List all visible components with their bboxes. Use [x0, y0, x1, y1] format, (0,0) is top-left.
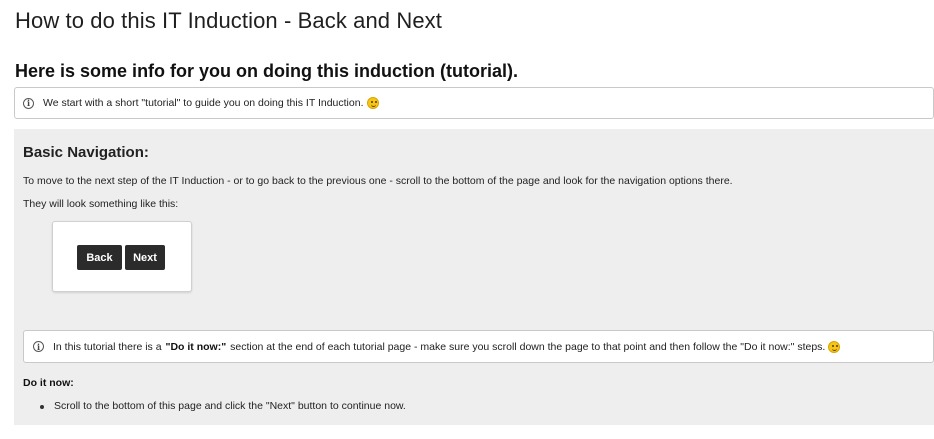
smiley-emoji-icon	[828, 340, 841, 353]
smiley-emoji-icon	[366, 97, 379, 109]
info-callout-text: We start with a short "tutorial" to guid…	[43, 97, 364, 109]
tutorial-panel: Basic Navigation: To move to the next st…	[14, 129, 934, 425]
info-callout: i We start with a short "tutorial" to gu…	[14, 87, 934, 119]
navigation-example-intro: They will look something like this:	[23, 198, 179, 210]
tip-bold-text: "Do it now:"	[165, 340, 227, 353]
info-icon: i	[33, 341, 44, 352]
back-button[interactable]: Back	[77, 245, 122, 270]
tip-text-before: In this tutorial there is a	[53, 340, 162, 353]
do-it-now-heading: Do it now:	[23, 377, 74, 389]
navigation-example-card: Back Next	[52, 221, 192, 292]
info-icon: i	[23, 97, 34, 109]
do-it-now-list: Scroll to the bottom of this page and cl…	[40, 400, 406, 412]
do-it-now-tip-callout: i In this tutorial there is a "Do it now…	[23, 330, 934, 363]
list-item: Scroll to the bottom of this page and cl…	[40, 400, 406, 412]
navigation-instructions: To move to the next step of the IT Induc…	[23, 175, 733, 187]
section-heading: Here is some info for you on doing this …	[15, 61, 518, 81]
tip-text-after: section at the end of each tutorial page…	[230, 340, 826, 353]
page-title: How to do this IT Induction - Back and N…	[15, 8, 442, 33]
next-button[interactable]: Next	[125, 245, 165, 270]
panel-heading: Basic Navigation:	[23, 144, 149, 161]
